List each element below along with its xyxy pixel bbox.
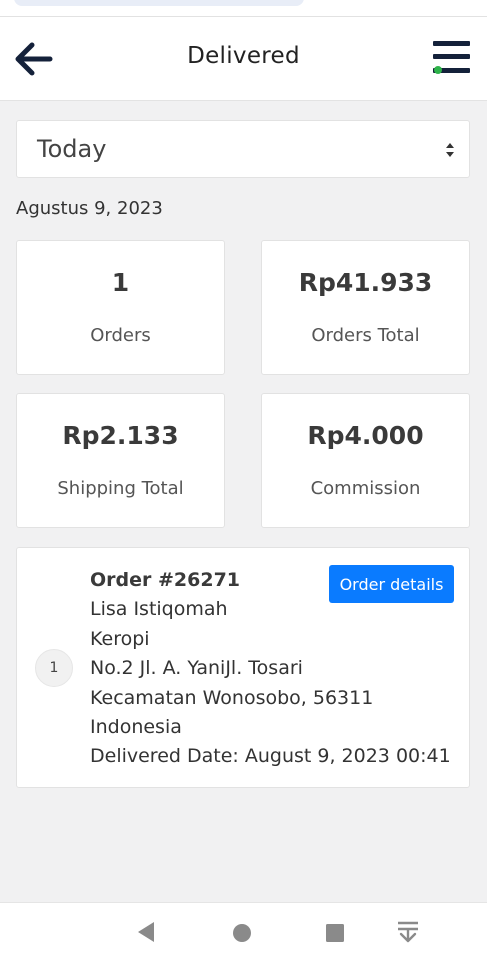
address-bar-remnant: [14, 0, 304, 6]
circle-home-icon: [233, 924, 251, 942]
app-header: Delivered: [0, 17, 487, 101]
nav-back-button[interactable]: [134, 919, 158, 949]
stat-value: Rp2.133: [62, 421, 179, 450]
stat-card-shipping-total: Rp2.133 Shipping Total: [16, 393, 225, 528]
stat-label: Commission: [310, 478, 421, 499]
stat-label: Shipping Total: [57, 478, 184, 499]
system-nav-bar: [0, 902, 487, 960]
stat-card-orders-total: Rp41.933 Orders Total: [261, 240, 470, 375]
hamburger-menu-bar: [433, 54, 470, 59]
stat-value: Rp41.933: [298, 268, 433, 297]
triangle-back-icon: [138, 922, 154, 942]
delivered-date: Delivered Date: August 9, 2023 00:41: [90, 745, 451, 768]
stat-card-commission: Rp4.000 Commission: [261, 393, 470, 528]
nav-recents-button[interactable]: [324, 922, 346, 948]
nav-extra-button[interactable]: [395, 919, 421, 951]
date-range-value: Today: [37, 135, 107, 163]
order-details-button[interactable]: Order details: [329, 565, 454, 603]
order-card: 1 Order #26271 Lisa Istiqomah Keropi No.…: [16, 547, 470, 788]
stat-card-orders: 1 Orders: [16, 240, 225, 375]
page-title: Delivered: [187, 43, 300, 69]
stat-label: Orders: [90, 325, 151, 346]
stat-value: 1: [111, 268, 130, 297]
address-country: Indonesia: [90, 716, 182, 739]
nav-home-button[interactable]: [231, 922, 253, 948]
top-strip: [0, 0, 487, 17]
address-line-3: Kecamatan Wonosobo, 56311: [90, 686, 374, 709]
address-line-2: No.2 Jl. A. YaniJl. Tosari: [90, 657, 303, 680]
address-line-1: Keropi: [90, 627, 150, 650]
sort-arrows-icon: [446, 143, 454, 157]
stat-label: Orders Total: [311, 325, 420, 346]
status-dot: [434, 66, 442, 74]
download-tray-icon: [398, 921, 418, 943]
stat-value: Rp4.000: [307, 421, 424, 450]
date-range-select[interactable]: Today: [16, 120, 470, 178]
square-recents-icon: [326, 924, 344, 942]
order-index-badge: 1: [35, 649, 73, 687]
date-label: Agustus 9, 2023: [16, 198, 163, 219]
hamburger-menu-icon: [433, 41, 470, 46]
menu-button[interactable]: [430, 39, 472, 79]
